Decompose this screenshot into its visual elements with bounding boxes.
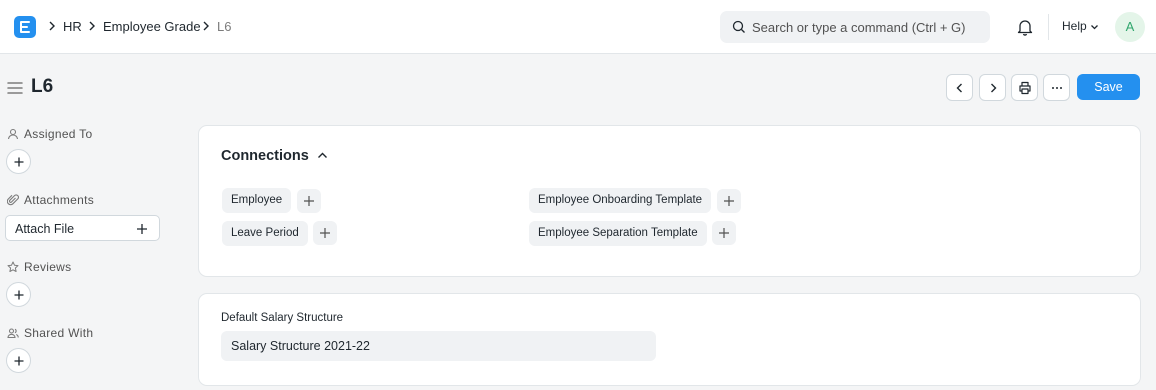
reviews-label: Reviews: [24, 260, 72, 274]
connection-employee-onboarding-template[interactable]: Employee Onboarding Template: [529, 188, 712, 213]
plus-icon: [724, 196, 734, 206]
help-dropdown[interactable]: Help: [1062, 19, 1099, 33]
add-leave-period-button[interactable]: [313, 221, 337, 245]
more-horizontal-icon: [1052, 87, 1062, 89]
plus-icon: [14, 356, 24, 366]
sidebar-toggle-icon[interactable]: [7, 81, 23, 98]
plus-icon: [320, 228, 330, 238]
connection-employee-separation-template[interactable]: Employee Separation Template: [529, 221, 707, 246]
attachments-section: Attachments: [6, 193, 94, 207]
add-share-button[interactable]: [6, 348, 31, 373]
connections-card: Connections Employee Leave Period Employ…: [198, 125, 1141, 277]
previous-doc-button[interactable]: [946, 74, 973, 101]
next-doc-button[interactable]: [979, 74, 1006, 101]
plus-icon: [719, 228, 729, 238]
connection-employee[interactable]: Employee: [222, 188, 292, 213]
help-label: Help: [1062, 19, 1087, 33]
search-bar[interactable]: [720, 11, 990, 43]
page-title: L6: [31, 76, 54, 97]
save-button[interactable]: Save: [1077, 74, 1140, 100]
reviews-section: Reviews: [7, 260, 71, 274]
add-employee-onboarding-template-button[interactable]: [717, 189, 741, 213]
search-input[interactable]: [752, 11, 984, 43]
chevron-right-icon: [48, 20, 56, 35]
chevron-down-icon: [1090, 24, 1098, 30]
add-employee-button[interactable]: [297, 189, 321, 213]
chevron-right-icon: [88, 20, 96, 35]
star-icon: [7, 261, 19, 272]
add-employee-separation-template-button[interactable]: [712, 221, 736, 245]
user-icon: [7, 128, 19, 140]
app-logo-icon[interactable]: [14, 16, 36, 38]
search-icon: [732, 20, 746, 37]
details-card: Default Salary Structure: [198, 293, 1141, 386]
navbar-divider: [1048, 14, 1049, 40]
attach-file-button[interactable]: Attach File: [5, 215, 160, 241]
paperclip-icon: [6, 194, 19, 206]
add-review-button[interactable]: [6, 282, 31, 307]
shared-with-section: Shared With: [7, 326, 93, 340]
default-salary-structure-label: Default Salary Structure: [221, 312, 344, 324]
navbar: HR Employee Grade L6 Help A: [0, 0, 1156, 54]
attach-file-label: Attach File: [15, 222, 75, 236]
shared-with-label: Shared With: [24, 326, 94, 340]
chevron-left-icon: [956, 83, 962, 93]
connections-header[interactable]: Connections: [221, 148, 328, 164]
plus-icon: [137, 224, 147, 234]
assigned-to-label: Assigned To: [24, 127, 93, 141]
more-actions-button[interactable]: [1043, 74, 1070, 101]
users-icon: [7, 328, 19, 339]
connection-leave-period[interactable]: Leave Period: [222, 221, 308, 246]
print-button[interactable]: [1011, 74, 1038, 101]
avatar[interactable]: A: [1115, 12, 1145, 42]
default-salary-structure-field[interactable]: [221, 331, 656, 361]
plus-icon: [304, 196, 314, 206]
chevron-right-icon: [202, 20, 210, 35]
printer-icon: [1019, 81, 1031, 95]
assigned-to-section: Assigned To: [7, 127, 92, 141]
add-assignee-button[interactable]: [6, 149, 31, 174]
connections-title: Connections: [221, 148, 309, 164]
chevron-right-icon: [991, 83, 997, 93]
breadcrumb-employee-grade[interactable]: Employee Grade: [103, 19, 201, 34]
attachments-label: Attachments: [24, 193, 94, 207]
plus-icon: [14, 157, 24, 167]
chevron-up-icon: [317, 152, 327, 158]
breadcrumb-current: L6: [217, 19, 232, 34]
notification-bell-icon[interactable]: [1017, 18, 1033, 39]
breadcrumb-hr[interactable]: HR: [63, 19, 82, 34]
plus-icon: [14, 290, 24, 300]
